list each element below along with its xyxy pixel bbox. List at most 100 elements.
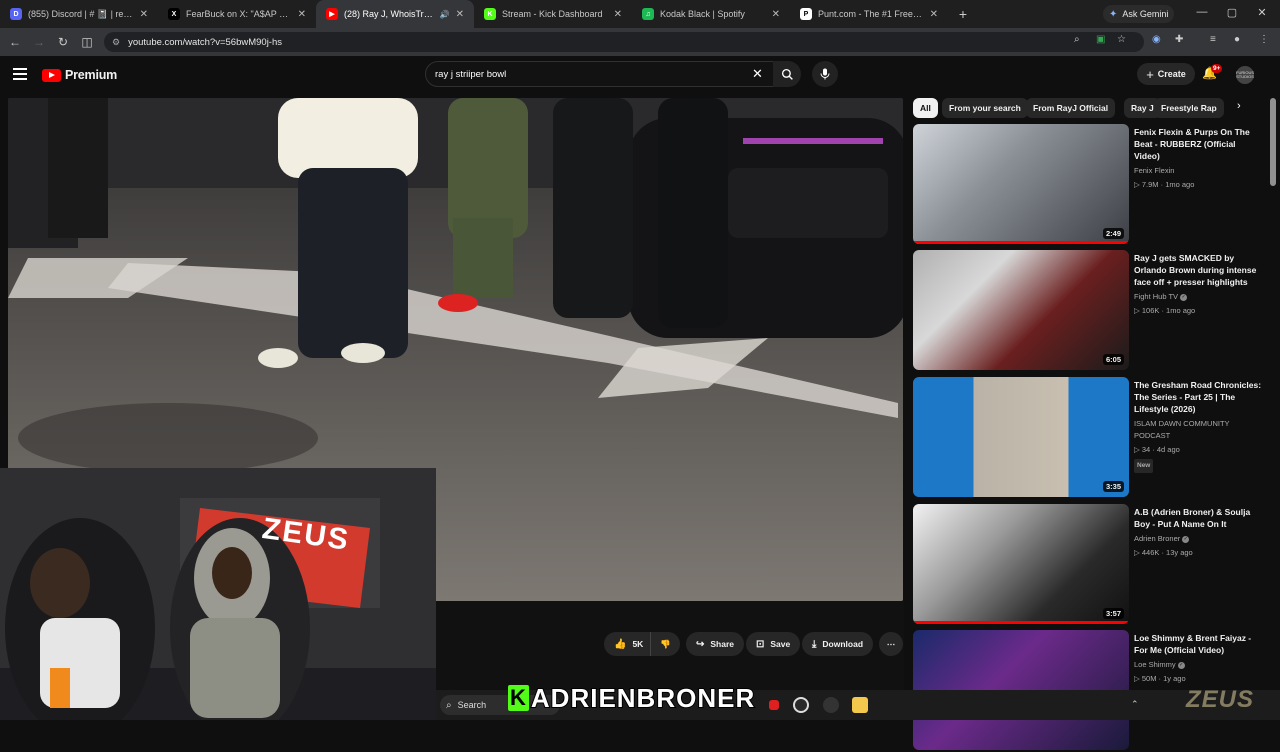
- browser-tab[interactable]: D (855) Discord | # 📓 | reactions ✕: [0, 0, 158, 28]
- tab-audio-icon[interactable]: 🔊: [440, 10, 450, 19]
- recommended-video[interactable]: 6:05 Ray J gets SMACKED by Orlando Brown …: [913, 250, 1265, 372]
- extensions-puzzle-icon[interactable]: ✚: [1175, 34, 1183, 45]
- new-tab-button[interactable]: +: [952, 3, 974, 25]
- extension-icon[interactable]: ▣: [1096, 34, 1105, 45]
- search-button[interactable]: [773, 61, 801, 87]
- recommended-video[interactable]: 3:57 A.B (Adrien Broner) & Soulja Boy - P…: [913, 504, 1265, 626]
- tab-favicon-icon: D: [10, 8, 22, 20]
- media-control-icon[interactable]: ≡: [1210, 34, 1216, 45]
- chevron-right-icon[interactable]: ›: [1237, 100, 1241, 112]
- browser-tab[interactable]: ▶ (28) Ray J, WhoisTruth - Stri 🔊 ✕: [316, 0, 474, 28]
- profile-extension-icon[interactable]: ◉: [1152, 34, 1161, 45]
- scrollbar[interactable]: [1270, 98, 1276, 186]
- download-icon: ⤓: [812, 638, 817, 650]
- duration-badge: 2:49: [1102, 228, 1124, 239]
- clear-search-icon[interactable]: ✕: [752, 66, 763, 82]
- recommended-video-info: A.B (Adrien Broner) & Soulja Boy - Put A…: [1134, 506, 1262, 559]
- voice-search-button[interactable]: [812, 61, 838, 87]
- video-meta-row: ▷ 34 · 4d ago: [1134, 444, 1262, 456]
- share-button[interactable]: ↪ Share: [686, 632, 745, 656]
- channel-name[interactable]: Fenix Flexin: [1134, 166, 1174, 175]
- video-title[interactable]: A.B (Adrien Broner) & Soulja Boy - Put A…: [1134, 506, 1262, 530]
- video-thumbnail[interactable]: 6:05: [913, 250, 1129, 370]
- dislike-button[interactable]: 👎: [650, 632, 680, 656]
- file-explorer-icon[interactable]: [852, 697, 868, 713]
- video-title[interactable]: Loe Shimmy & Brent Faiyaz - For Me (Offi…: [1134, 632, 1262, 656]
- forward-icon[interactable]: →: [27, 30, 51, 54]
- video-title[interactable]: The Gresham Road Chronicles: The Series …: [1134, 379, 1262, 415]
- back-icon[interactable]: ←: [3, 30, 27, 54]
- hamburger-menu-icon[interactable]: [13, 68, 27, 80]
- video-meta-row: ▷ 106K · 1mo ago: [1134, 305, 1262, 317]
- tray-chevron-icon[interactable]: ⌃: [1131, 699, 1143, 711]
- site-info-icon[interactable]: ⚙: [112, 37, 120, 48]
- tab-title: Stream - Kick Dashboard: [502, 9, 603, 19]
- channel-name-row: Fenix Flexin: [1134, 165, 1262, 177]
- channel-name[interactable]: Fight Hub TV: [1134, 292, 1178, 301]
- verified-check-icon: ✓: [1177, 661, 1185, 669]
- browser-tab[interactable]: P Punt.com - The #1 Free to Play ✕: [790, 0, 948, 28]
- reload-icon[interactable]: ↻: [51, 30, 75, 54]
- sidebar-icon[interactable]: ◫: [75, 30, 99, 54]
- like-button[interactable]: 👍 5K: [604, 632, 650, 656]
- video-title[interactable]: Ray J gets SMACKED by Orlando Brown duri…: [1134, 252, 1262, 288]
- avatar[interactable]: FURIOUS STUDIOS: [1236, 66, 1254, 84]
- bookmark-star-icon[interactable]: ☆: [1117, 34, 1126, 45]
- tab-title: (28) Ray J, WhoisTruth - Stri: [344, 9, 436, 19]
- video-meta: 7.9M · 1mo ago: [1141, 180, 1195, 189]
- close-tab-icon[interactable]: ✕: [772, 9, 780, 20]
- address-bar[interactable]: ⚙ youtube.com/watch?v=56bwM90j-hs: [104, 32, 1144, 52]
- channel-name[interactable]: ISLAM DAWN COMMUNITY PODCAST: [1134, 419, 1229, 440]
- close-tab-icon[interactable]: ✕: [456, 9, 464, 20]
- save-bookmark-icon: ⊡: [756, 638, 765, 650]
- video-thumbnail[interactable]: 3:35: [913, 377, 1129, 497]
- close-tab-icon[interactable]: ✕: [298, 9, 306, 20]
- close-tab-icon[interactable]: ✕: [614, 9, 622, 20]
- streamer-name-overlay: K ADRIENBRONER: [508, 682, 755, 714]
- minimize-button[interactable]: —: [1192, 6, 1212, 18]
- save-button[interactable]: ⊡ Save: [746, 632, 801, 656]
- taskbar-search-label: Search: [457, 700, 487, 710]
- browser-tab[interactable]: K Stream - Kick Dashboard ✕: [474, 0, 632, 28]
- browser-tab[interactable]: ♫ Kodak Black | Spotify ✕: [632, 0, 790, 28]
- video-meta-row: ▷ 50M · 1y ago: [1134, 673, 1262, 685]
- recommended-video[interactable]: 3:35 The Gresham Road Chronicles: The Ser…: [913, 377, 1265, 499]
- tab-title: (855) Discord | # 📓 | reactions: [28, 8, 134, 19]
- tabs-container: D (855) Discord | # 📓 | reactions ✕ X FearBu…: [0, 0, 948, 28]
- close-tab-icon[interactable]: ✕: [140, 9, 148, 20]
- microphone-icon: [820, 68, 830, 80]
- filter-chip[interactable]: From your search: [942, 98, 1028, 118]
- filter-chip[interactable]: Freestyle Rap: [1154, 98, 1224, 118]
- close-tab-icon[interactable]: ✕: [930, 9, 938, 20]
- filter-chip[interactable]: All: [913, 98, 938, 118]
- views-play-icon: ▷: [1134, 445, 1142, 454]
- video-title[interactable]: Fenix Flexin & Purps On The Beat - RUBBE…: [1134, 126, 1262, 162]
- search-input[interactable]: ray j striiper bowl: [425, 61, 775, 87]
- video-thumbnail[interactable]: 2:49: [913, 124, 1129, 244]
- recommended-video[interactable]: 2:49 Fenix Flexin & Purps On The Beat - R…: [913, 124, 1265, 246]
- tab-favicon-icon: K: [484, 8, 496, 20]
- recommended-video-info: The Gresham Road Chronicles: The Series …: [1134, 379, 1262, 473]
- views-play-icon: ▷: [1134, 548, 1142, 557]
- close-window-button[interactable]: ✕: [1252, 6, 1272, 19]
- steam-app-icon[interactable]: [793, 697, 809, 713]
- obs-app-icon[interactable]: [823, 697, 839, 713]
- channel-name[interactable]: Loe Shimmy: [1134, 660, 1176, 669]
- channel-name[interactable]: Adrien Broner: [1134, 534, 1180, 543]
- youtube-logo[interactable]: Premium: [42, 68, 117, 82]
- more-actions-button[interactable]: ⋯: [879, 632, 903, 656]
- gemini-icon: ✦: [1109, 8, 1118, 20]
- maximize-button[interactable]: ▢: [1222, 6, 1242, 19]
- profile-icon[interactable]: ●: [1234, 34, 1240, 45]
- filter-chip[interactable]: From RayJ Official: [1026, 98, 1116, 118]
- download-button[interactable]: ⤓ Download: [802, 632, 874, 656]
- create-button[interactable]: + Create: [1137, 63, 1195, 85]
- more-horizontal-icon: ⋯: [886, 638, 896, 649]
- search-icon: [781, 68, 793, 80]
- ask-gemini-button[interactable]: ✦ Ask Gemini: [1103, 5, 1175, 23]
- menu-kebab-icon[interactable]: ⋮: [1259, 34, 1269, 45]
- zoom-icon[interactable]: ⌕: [1074, 34, 1080, 45]
- browser-tab[interactable]: X FearBuck on X: "A$AP Rocky gi ✕: [158, 0, 316, 28]
- search-icon: ⌕: [446, 699, 452, 711]
- video-thumbnail[interactable]: 3:57: [913, 504, 1129, 624]
